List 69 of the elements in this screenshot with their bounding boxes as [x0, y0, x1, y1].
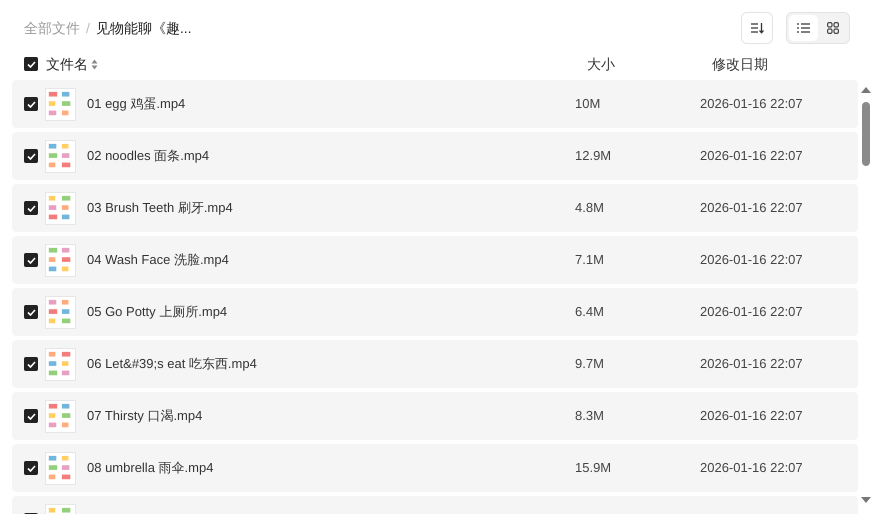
- sort-button[interactable]: [741, 12, 773, 44]
- file-size: 9.7M: [575, 356, 604, 372]
- checkbox[interactable]: [24, 97, 38, 111]
- file-row[interactable]: 05 Go Potty 上厕所.mp4 6.4M 2026-01-16 22:07: [12, 288, 858, 336]
- file-row[interactable]: 01 egg 鸡蛋.mp4 10M 2026-01-16 22:07: [12, 80, 858, 128]
- modified-date: 2026-01-16 22:07: [700, 356, 803, 372]
- file-size: 6.4M: [575, 304, 604, 320]
- file-size: 12.9M: [575, 148, 612, 164]
- column-header[interactable]: 文件名: [46, 54, 88, 74]
- file-row[interactable]: 06 Let&#39;s eat 吃东西.mp4 9.7M 2026-01-16 22:07: [12, 340, 858, 388]
- check-icon: [26, 360, 36, 368]
- checkbox[interactable]: [24, 461, 38, 475]
- column-header[interactable]: 修改日期: [712, 56, 768, 72]
- file-name: 06 Let&#39;s eat 吃东西.mp4: [87, 355, 257, 374]
- file-size: 7.1M: [575, 252, 604, 268]
- file-name: 08 umbrella 雨伞.mp4: [87, 459, 214, 478]
- file-name: 01 egg 鸡蛋.mp4: [87, 95, 186, 114]
- checkbox[interactable]: [24, 305, 38, 319]
- file-row[interactable]: 02 noodles 面条.mp4 12.9M 2026-01-16 22:07: [12, 132, 858, 180]
- check-icon: [26, 152, 36, 160]
- check-icon: [26, 412, 36, 420]
- file-name: 03 Brush Teeth 刷牙.mp4: [87, 199, 233, 218]
- file-row[interactable]: 08 umbrella 雨伞.mp4 15.9M 2026-01-16 22:07: [12, 444, 858, 492]
- file-row[interactable]: 04 Wash Face 洗脸.mp4 7.1M 2026-01-16 22:07: [12, 236, 858, 284]
- file-name: 05 Go Potty 上厕所.mp4: [87, 303, 228, 322]
- grid-icon: [826, 22, 838, 34]
- column-header[interactable]: 大小: [587, 56, 615, 72]
- file-size: 15.9M: [575, 460, 612, 476]
- list-icon: [797, 23, 810, 34]
- check-icon: [26, 308, 36, 316]
- file-size: 10M: [575, 96, 600, 112]
- check-icon: [26, 100, 36, 108]
- checkbox[interactable]: [24, 57, 38, 71]
- video-thumbnail: [45, 192, 76, 224]
- check-icon: [26, 256, 36, 264]
- breadcrumb-separator: /: [86, 18, 90, 38]
- modified-date: 2026-01-16 22:07: [700, 304, 803, 320]
- video-thumbnail: [45, 296, 76, 328]
- file-row[interactable]: 07 Thirsty 口渴.mp4 8.3M 2026-01-16 22:07: [12, 392, 858, 440]
- modified-date: 2026-01-16 22:07: [700, 148, 803, 164]
- check-icon: [26, 60, 36, 68]
- checkbox[interactable]: [24, 201, 38, 215]
- checkbox[interactable]: [24, 149, 38, 163]
- video-thumbnail: [45, 140, 76, 172]
- list-view-button[interactable]: [789, 15, 818, 42]
- modified-date: 2026-01-16 22:07: [700, 200, 803, 216]
- video-thumbnail: [45, 452, 76, 484]
- video-thumbnail: [45, 88, 76, 120]
- sort-arrows-icon: [91, 59, 98, 70]
- modified-date: 2026-01-16 22:07: [700, 460, 803, 476]
- file-size: 8.3M: [575, 408, 604, 424]
- checkbox[interactable]: [24, 253, 38, 267]
- check-icon: [26, 464, 36, 472]
- checkbox[interactable]: [24, 409, 38, 423]
- modified-date: 2026-01-16 22:07: [700, 252, 803, 268]
- file-name: 02 noodles 面条.mp4: [87, 147, 210, 166]
- sort-icon: [750, 22, 764, 34]
- breadcrumb-current[interactable]: 见物能聊《趣...: [96, 18, 192, 39]
- check-icon: [26, 204, 36, 212]
- file-name: 07 Thirsty 口渴.mp4: [87, 407, 202, 426]
- modified-date: 2026-01-16 22:07: [700, 96, 803, 112]
- checkbox[interactable]: [24, 357, 38, 371]
- file-size: 4.8M: [575, 200, 604, 216]
- video-thumbnail: [45, 348, 76, 380]
- file-row[interactable]: 03 Brush Teeth 刷牙.mp4 4.8M 2026-01-16 22:07: [12, 184, 858, 232]
- video-thumbnail: [45, 244, 76, 276]
- video-thumbnail: [45, 400, 76, 432]
- modified-date: 2026-01-16 22:07: [700, 408, 803, 424]
- file-name: 04 Wash Face 洗脸.mp4: [87, 251, 229, 270]
